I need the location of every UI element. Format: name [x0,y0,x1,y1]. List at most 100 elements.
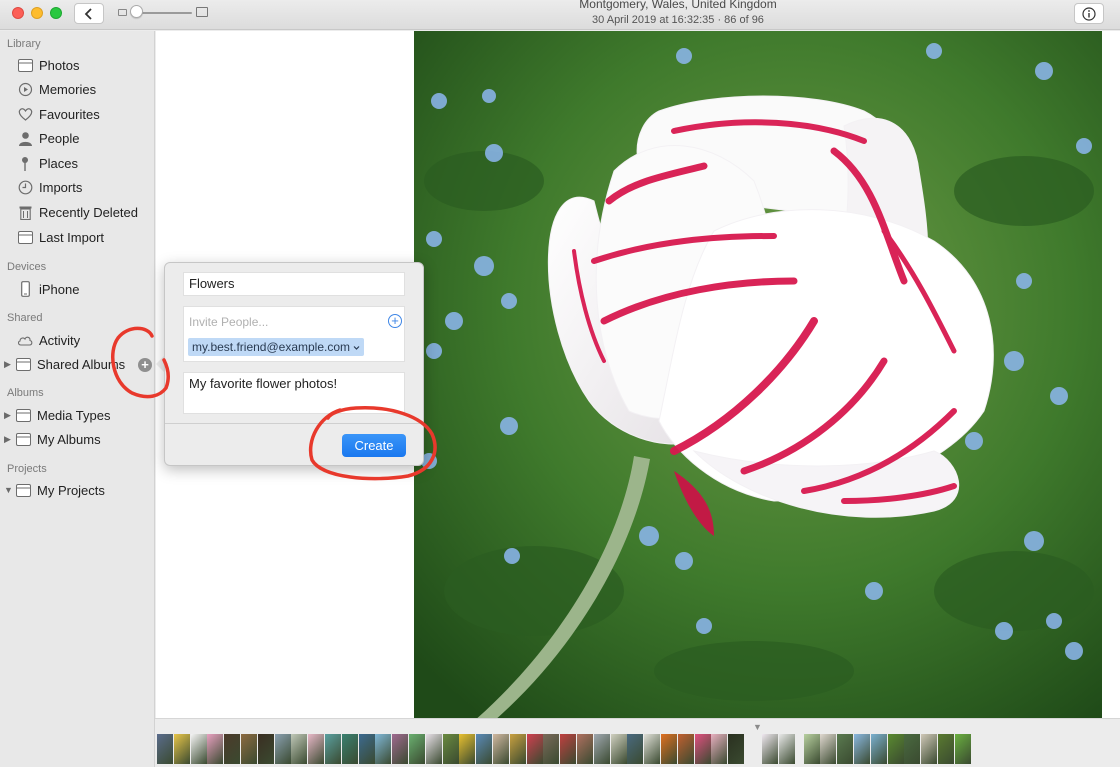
filmstrip-thumbnail[interactable] [207,734,224,764]
filmstrip-thumbnail[interactable] [173,734,190,764]
filmstrip-thumbnail[interactable] [560,734,577,764]
comment-field[interactable]: My favorite flower photos! [183,372,405,414]
filmstrip-thumbnail[interactable] [954,734,971,764]
sidebar-item-people[interactable]: People [0,127,155,149]
section-library: Library [7,38,41,50]
filmstrip-thumbnail[interactable] [409,734,425,764]
filmstrip-thumbnail[interactable] [938,734,954,764]
filmstrip-thumbnail[interactable] [778,734,795,764]
info-button[interactable] [1074,3,1104,24]
create-button[interactable]: Create [342,434,406,457]
filmstrip-thumbnail[interactable] [543,734,560,764]
section-shared: Shared [7,312,43,324]
tulip-photo [414,31,1102,718]
add-person-icon[interactable]: + [388,314,402,328]
disclosure-triangle-down-icon[interactable]: ▼ [4,485,13,495]
filmstrip-thumbnail[interactable] [577,734,593,764]
filmstrip-thumbnail[interactable] [224,734,241,764]
zoom-slider-knob[interactable] [130,5,143,18]
filmstrip-thumbnail[interactable] [820,734,837,764]
trash-icon [17,204,33,220]
add-shared-album-button[interactable]: + [138,358,152,372]
sidebar-item-iphone[interactable]: iPhone [0,278,155,300]
sidebar-item-label: Favourites [39,106,100,122]
disclosure-triangle-icon[interactable]: ▶ [4,434,12,445]
filmstrip-thumbnail[interactable] [509,734,526,764]
title-datetime: 30 April 2019 at 16:32:35 [592,14,715,26]
disclosure-triangle-icon[interactable]: ▶ [4,359,12,370]
album-name-field[interactable]: Flowers [183,272,405,296]
zoom-in-icon[interactable] [196,7,208,17]
filmstrip-thumbnail[interactable] [291,734,308,764]
zoom-out-icon[interactable] [118,9,127,16]
sidebar-item-media-types[interactable]: ▶ Media Types [0,404,155,426]
filmstrip-thumbnail[interactable] [308,734,325,764]
filmstrip-thumbnail[interactable] [728,734,745,764]
filmstrip-thumbnail[interactable] [257,734,274,764]
sidebar-item-label: iPhone [39,281,80,297]
sidebar-item-my-projects[interactable]: ▼ My Projects [0,479,155,501]
fullscreen-window-button[interactable] [50,7,62,19]
memories-icon [17,81,33,97]
filmstrip-thumbnail[interactable] [358,734,375,764]
filmstrip-thumbnail[interactable] [854,734,870,764]
filmstrip-thumbnail[interactable] [762,734,778,764]
filmstrip-thumbnail[interactable] [442,734,459,764]
disclosure-triangle-icon[interactable]: ▶ [4,410,12,421]
sidebar-item-activity[interactable]: Activity [0,329,155,351]
close-window-button[interactable] [12,7,24,19]
filmstrip-thumbnail[interactable] [392,734,409,764]
filmstrip-thumbnail[interactable] [190,734,207,764]
filmstrip-thumbnail[interactable] [274,734,291,764]
pin-icon [17,155,33,171]
sidebar: Library Photos Memories Favourites Peopl… [0,31,155,767]
filmstrip-thumbnail[interactable] [694,734,711,764]
sidebar-item-imports[interactable]: Imports [0,176,155,198]
filmstrip-thumbnail[interactable] [425,734,442,764]
filmstrip-thumbnail[interactable] [904,734,921,764]
filmstrip-thumbnail[interactable] [677,734,694,764]
section-projects: Projects [7,463,47,475]
filmstrip-thumbnail[interactable] [627,734,644,764]
filmstrip-thumbnail[interactable] [157,734,173,764]
filmstrip-thumbnail[interactable] [325,734,341,764]
sidebar-item-recently-deleted[interactable]: Recently Deleted [0,201,155,223]
minimize-window-button[interactable] [31,7,43,19]
heart-icon [17,106,33,122]
new-shared-album-popover: Flowers Invite People... + my.best.frien… [164,262,424,466]
sidebar-item-label: My Projects [37,482,105,498]
filmstrip-thumbnail[interactable] [921,734,938,764]
filmstrip-thumbnail[interactable] [887,734,904,764]
filmstrip-thumbnail[interactable] [341,734,358,764]
invite-people-field[interactable]: Invite People... + my.best.friend@exampl… [183,306,405,362]
filmstrip-thumbnail[interactable] [803,734,820,764]
filmstrip-thumbnail[interactable] [870,734,887,764]
back-button[interactable] [74,3,104,24]
sidebar-item-last-import[interactable]: Last Import [0,226,155,248]
sidebar-item-label: People [39,130,80,146]
photo-viewer[interactable] [414,31,1102,718]
sidebar-item-photos[interactable]: Photos [0,54,155,76]
filmstrip-thumbnail[interactable] [526,734,543,764]
invitee-token[interactable]: my.best.friend@example.com [188,338,365,356]
filmstrip-thumbnail[interactable] [375,734,392,764]
sidebar-item-places[interactable]: Places [0,152,155,174]
filmstrip-thumbnail[interactable] [644,734,661,764]
filmstrip-thumbnail[interactable] [661,734,677,764]
sidebar-item-memories[interactable]: Memories [0,78,155,100]
filmstrip-thumbnail[interactable] [610,734,627,764]
filmstrip-thumbnail[interactable] [593,734,610,764]
filmstrip-thumbnail[interactable] [476,734,493,764]
filmstrip-thumbnail[interactable] [711,734,728,764]
album-icon [15,431,31,447]
sidebar-item-shared-albums[interactable]: ▶ Shared Albums [0,353,155,375]
invitee-email: my.best.friend@example.com [192,340,351,354]
filmstrip-thumbnail[interactable] [493,734,509,764]
filmstrip-thumbnail[interactable] [837,734,854,764]
sidebar-item-favourites[interactable]: Favourites [0,103,155,125]
current-photo-marker-icon: ▼ [753,722,762,732]
filmstrip-thumbnail[interactable] [459,734,476,764]
filmstrip-thumbnail[interactable] [241,734,257,764]
sidebar-item-label: Activity [39,332,81,348]
sidebar-item-my-albums[interactable]: ▶ My Albums [0,428,155,450]
